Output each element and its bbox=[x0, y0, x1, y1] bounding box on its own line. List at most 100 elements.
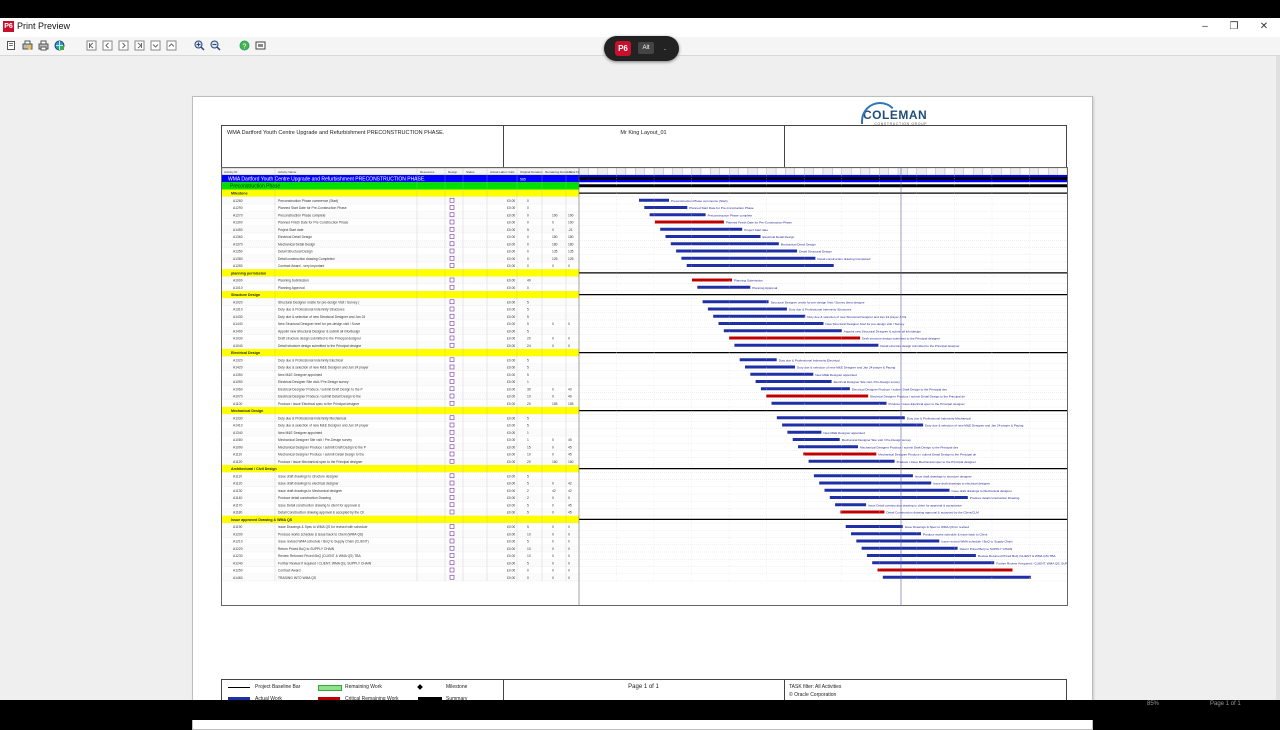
column-header: Status bbox=[466, 170, 475, 174]
minimize-button[interactable]: – bbox=[1192, 19, 1218, 35]
design-checkbox bbox=[449, 219, 455, 225]
activity-bar-label: Detail Structural Design bbox=[799, 250, 832, 254]
row-background bbox=[222, 392, 579, 400]
total-float: 0 bbox=[568, 322, 570, 326]
remaining-duration: 0 bbox=[552, 554, 554, 558]
design-checkbox bbox=[449, 567, 455, 573]
activity-bar bbox=[681, 256, 816, 260]
activity-id: A1380 bbox=[233, 257, 243, 261]
activity-name: New Structural Designer brief for pre-de… bbox=[278, 322, 360, 326]
timescale-cell bbox=[719, 168, 730, 176]
header-layout-cell: Mr King Layout_01 bbox=[503, 126, 785, 167]
design-checkbox bbox=[449, 226, 455, 232]
design-checkbox bbox=[449, 451, 455, 457]
activity-bar-label: Mechanical Designer Produce / submit Dra… bbox=[860, 445, 959, 449]
actual-labor: £0.00 bbox=[507, 445, 515, 449]
page-setup-icon[interactable] bbox=[6, 40, 17, 51]
page-up-icon[interactable] bbox=[166, 40, 177, 51]
activity-bar-label: Produce works schedule & issue back to C… bbox=[923, 532, 987, 536]
actual-labor: £0.00 bbox=[507, 358, 515, 362]
original-duration: 5 bbox=[527, 228, 529, 232]
original-duration: 40 bbox=[527, 279, 531, 283]
first-page-icon[interactable] bbox=[86, 40, 97, 51]
original-duration: 5 bbox=[527, 474, 529, 478]
activity-bar-label: Appoint new Structural Designer & submit… bbox=[844, 329, 921, 333]
original-duration: 15 bbox=[527, 445, 531, 449]
remaining-duration: 0 bbox=[552, 503, 554, 507]
original-duration: 5 bbox=[527, 561, 529, 565]
original-duration: 0 bbox=[527, 576, 529, 580]
activity-bar bbox=[745, 365, 795, 369]
layout-name: Mr King Layout_01 bbox=[620, 130, 667, 136]
group-name: Architectural / Civil Design bbox=[231, 467, 277, 471]
design-checkbox bbox=[449, 473, 455, 479]
design-checkbox bbox=[449, 509, 455, 515]
remaining-duration: 0 bbox=[552, 395, 554, 399]
activity-id: A1090 bbox=[233, 445, 243, 449]
activity-bar bbox=[665, 235, 761, 238]
zoom-in-icon[interactable] bbox=[194, 40, 205, 51]
vertical-scrollbar[interactable] bbox=[1276, 56, 1280, 700]
actual-labor: £0.00 bbox=[507, 337, 515, 341]
actual-labor: £0.00 bbox=[507, 235, 515, 239]
fit-page-icon[interactable] bbox=[255, 40, 266, 51]
remaining-duration: 0 bbox=[552, 453, 554, 457]
column-header: Activity Name bbox=[278, 170, 297, 174]
actual-labor: £0.00 bbox=[507, 300, 515, 304]
timescale-cell bbox=[982, 168, 993, 176]
design-checkbox bbox=[449, 321, 455, 326]
remaining-symbol bbox=[318, 685, 342, 691]
actual-labor: £0.00 bbox=[507, 511, 515, 515]
timescale-cell bbox=[897, 168, 908, 176]
activity-name: Duty due & Professional Indemnity Struct… bbox=[278, 308, 345, 312]
original-duration: 2 bbox=[527, 489, 529, 493]
actual-labor: £0.00 bbox=[507, 474, 515, 478]
original-duration: 5 bbox=[527, 525, 529, 529]
print-setup-icon[interactable] bbox=[22, 40, 33, 51]
project-title: WMA Dartford Youth Centre Upgrade and Re… bbox=[227, 130, 445, 136]
group-name: Milestone bbox=[231, 192, 248, 196]
timescale-cell bbox=[1057, 168, 1067, 176]
actual-labor: £0.00 bbox=[507, 496, 515, 500]
last-page-icon[interactable] bbox=[134, 40, 145, 51]
timescale-cell bbox=[973, 168, 983, 176]
close-button[interactable]: ✕ bbox=[1251, 19, 1277, 35]
activity-bar-label: Planned Start Date for Pre-Construction … bbox=[689, 206, 754, 210]
preview-area[interactable]: WMA Dartford Youth Centre Upgrade and Re… bbox=[0, 56, 1276, 730]
row-background bbox=[222, 225, 579, 233]
activity-name: Produce / issue Mechanical spec to the P… bbox=[278, 460, 363, 464]
page-down-icon[interactable] bbox=[150, 40, 161, 51]
design-checkbox bbox=[449, 371, 455, 377]
zoom-out-icon[interactable] bbox=[210, 40, 221, 51]
activity-name: Planning Approval bbox=[278, 286, 305, 290]
activity-name: Contract Award - very important bbox=[278, 264, 324, 268]
publish-icon[interactable] bbox=[54, 40, 65, 51]
activity-name: Detail Structural Design bbox=[278, 250, 313, 254]
row-background bbox=[222, 254, 579, 262]
design-checkbox bbox=[449, 480, 455, 486]
print-icon[interactable] bbox=[38, 40, 49, 51]
total-float: 42 bbox=[568, 482, 572, 486]
original-duration: 5 bbox=[527, 540, 529, 544]
timescale-cell bbox=[607, 168, 617, 176]
column-header: Design bbox=[448, 170, 458, 174]
report-page: WMA Dartford Youth Centre Upgrade and Re… bbox=[192, 96, 1093, 730]
previous-page-icon[interactable] bbox=[102, 40, 113, 51]
actual-labor: £0.00 bbox=[507, 569, 515, 573]
activity-bar bbox=[798, 445, 858, 449]
help-icon[interactable]: ? bbox=[239, 40, 250, 51]
activity-id: A1100 bbox=[233, 402, 242, 406]
activity-bar bbox=[840, 510, 885, 514]
original-duration: 30 bbox=[527, 387, 531, 391]
next-page-icon[interactable] bbox=[118, 40, 129, 51]
p6-app-icon: P6 bbox=[3, 21, 14, 32]
actual-labor: £0.00 bbox=[507, 402, 515, 406]
total-float: 0 bbox=[568, 554, 570, 558]
total-float: 125 bbox=[568, 257, 574, 261]
activity-name: Mechanical Designer Produce / submit Det… bbox=[278, 453, 364, 457]
total-float: 155 bbox=[568, 402, 574, 406]
remaining-duration: 0 bbox=[552, 228, 554, 232]
maximize-button[interactable]: ❐ bbox=[1221, 19, 1247, 35]
remaining-duration: 0 bbox=[552, 337, 554, 341]
design-checkbox bbox=[449, 487, 455, 493]
